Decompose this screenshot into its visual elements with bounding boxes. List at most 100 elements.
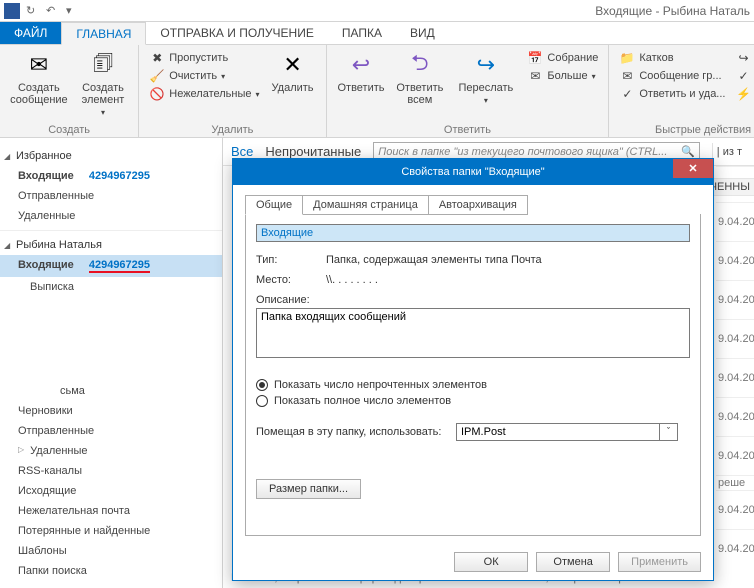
sidebar-deleted2[interactable]: ▷ Удаленные (0, 441, 222, 461)
sidebar-templates[interactable]: Шаблоны (0, 541, 222, 561)
radio-icon (256, 379, 268, 391)
search-scope[interactable]: | из т (712, 143, 746, 161)
sidebar-sent[interactable]: Отправленные (0, 186, 222, 206)
more-respond-button[interactable]: ✉Больше ▾ (525, 68, 600, 84)
meeting-button[interactable]: 📅Собрание (525, 50, 600, 66)
dialog-title: Свойства папки "Входящие" ✕ (233, 159, 713, 185)
sidebar-outbox[interactable]: Исходящие (0, 481, 222, 501)
sidebar-rss[interactable]: RSS-каналы (0, 461, 222, 481)
ignore-icon: ✖ (149, 51, 165, 65)
qat-sendrecv-icon[interactable]: ↻ (26, 4, 40, 18)
junk-button[interactable]: 🚫Нежелательные ▾ (147, 86, 261, 102)
reply-all-icon: ⮌ (404, 50, 436, 80)
radio-total[interactable]: Показать полное число элементов (256, 395, 690, 407)
dialog-close-button[interactable]: ✕ (673, 159, 713, 178)
description-label: Описание: (256, 294, 690, 306)
apply-button[interactable]: Применить (618, 552, 701, 572)
dialog-tabs: Общие Домашняя страница Автоархивация (245, 195, 701, 215)
done-icon: ✓ (735, 69, 751, 83)
post-using-combo[interactable]: IPM.Post ˇ (456, 423, 678, 441)
location-label: Место: (256, 274, 326, 286)
type-label: Тип: (256, 254, 326, 266)
quick-team[interactable]: ✉Сообщение гр... (617, 68, 727, 84)
ok-button[interactable]: ОК (454, 552, 528, 572)
tab-folder[interactable]: ПАПКА (328, 22, 396, 44)
window-title: Входящие - Рыбина Наталь (595, 4, 750, 18)
type-value: Папка, содержащая элементы типа Почта (326, 254, 542, 266)
group-create: ✉ Создатьсообщение 🗊 Создатьэлемент ▾ Со… (0, 45, 139, 137)
group-quickactions: 📁Катков ✉Сообщение гр... ✓Ответить и уда… (609, 45, 754, 137)
sidebar-sent2[interactable]: Отправленные (0, 421, 222, 441)
ribbon: ✉ Создатьсообщение 🗊 Создатьэлемент ▾ Со… (0, 45, 754, 138)
new-item-icon: 🗊 (87, 50, 119, 80)
filter-unread[interactable]: Непрочитанные (265, 144, 361, 159)
sidebar-deleted[interactable]: Удаленные (0, 206, 222, 226)
tab-sendrecv[interactable]: ОТПРАВКА И ПОЛУЧЕНИЕ (146, 22, 327, 44)
app-icon (4, 3, 20, 19)
group-quick-label: Быстрые действия (617, 122, 754, 136)
dlg-tab-panel: Тип:Папка, содержащая элементы типа Почт… (245, 214, 701, 536)
description-input[interactable] (256, 308, 690, 358)
sidebar-inbox[interactable]: Входящие 4294967295 (0, 166, 222, 186)
new-item-button[interactable]: 🗊 Создатьэлемент ▾ (76, 48, 131, 120)
ribbon-tabs: ФАЙЛ ГЛАВНАЯ ОТПРАВКА И ПОЛУЧЕНИЕ ПАПКА … (0, 22, 754, 45)
tab-view[interactable]: ВИД (396, 22, 449, 44)
quick-done[interactable]: ✓Готов (733, 68, 754, 84)
junk-icon: 🚫 (149, 87, 165, 101)
clean-button[interactable]: 🧹Очистить ▾ (147, 68, 261, 84)
forward-icon: ↪ (470, 50, 502, 80)
close-icon: ✕ (688, 162, 697, 175)
cancel-button[interactable]: Отмена (536, 552, 610, 572)
chevron-down-icon: ˇ (659, 424, 677, 440)
ignore-button[interactable]: ✖Пропустить (147, 50, 261, 66)
quick-create[interactable]: ⚡Созда (733, 86, 754, 102)
radio-unread[interactable]: Показать число непрочтенных элементов (256, 379, 690, 391)
reply-button[interactable]: ↩ Ответить (335, 48, 388, 96)
clean-icon: 🧹 (149, 69, 165, 83)
sidebar-junk[interactable]: Нежелательная почта (0, 501, 222, 521)
sidebar-search[interactable]: Папки поиска (0, 561, 222, 581)
sidebar-inbox-acct[interactable]: Входящие 4294967295 (0, 255, 222, 277)
qat-undo-icon[interactable]: ↶ (46, 4, 60, 18)
more-icon: ✉ (527, 69, 543, 83)
lightning-icon: ⚡ (735, 87, 751, 101)
sidebar-letters[interactable]: сьма (0, 381, 222, 401)
forward-button[interactable]: ↪ Переслать ▾ (452, 48, 519, 108)
tab-file[interactable]: ФАЙЛ (0, 22, 61, 44)
titlebar: ↻ ↶ ▾ Входящие - Рыбина Наталь (0, 0, 754, 22)
group-delete-label: Удалить (147, 122, 317, 136)
folder-name-input[interactable] (256, 224, 690, 242)
folder-pane: ◢Избранное Входящие 4294967295 Отправлен… (0, 138, 223, 588)
radio-icon (256, 395, 268, 407)
account-header[interactable]: ◢Рыбина Наталья (0, 235, 222, 255)
delete-icon: ✕ (277, 50, 309, 80)
new-mail-button[interactable]: ✉ Создатьсообщение (8, 48, 70, 108)
sidebar-vypiska[interactable]: Выписка (0, 277, 222, 297)
favorites-header[interactable]: ◢Избранное (0, 146, 222, 166)
dlg-tab-homepage[interactable]: Домашняя страница (302, 195, 429, 215)
folder-size-button[interactable]: Размер папки... (256, 479, 361, 499)
dlg-tab-autoarchive[interactable]: Автоархивация (428, 195, 528, 215)
reply-all-button[interactable]: ⮌ Ответитьвсем (393, 48, 446, 108)
quick-katkov[interactable]: 📁Катков (617, 50, 727, 66)
dlg-tab-general[interactable]: Общие (245, 195, 303, 215)
move-icon: 📁 (619, 51, 635, 65)
reply-del-icon: ✓ (619, 87, 635, 101)
sidebar-lost[interactable]: Потерянные и найденные (0, 521, 222, 541)
tab-home[interactable]: ГЛАВНАЯ (61, 22, 146, 45)
mail-icon: ✉ (619, 69, 635, 83)
quick-ruk[interactable]: ↪Руков (733, 50, 754, 66)
delete-button[interactable]: ✕ Удалить (268, 48, 318, 96)
group-create-label: Создать (8, 122, 130, 136)
sidebar-drafts[interactable]: Черновики (0, 401, 222, 421)
post-using-label: Помещая в эту папку, использовать: (256, 426, 456, 438)
search-icon[interactable]: 🔍 (681, 145, 695, 158)
post-using-value: IPM.Post (457, 424, 659, 440)
quick-replydel[interactable]: ✓Ответить и уда... (617, 86, 727, 102)
folder-properties-dialog: Свойства папки "Входящие" ✕ Общие Домашн… (232, 158, 714, 581)
reply-icon: ↩ (345, 50, 377, 80)
filter-all[interactable]: Все (231, 144, 253, 159)
group-respond: ↩ Ответить ⮌ Ответитьвсем ↪ Переслать ▾ … (327, 45, 610, 137)
date-column: 9.04.209.04.209.04.20 9.04.209.04.209.04… (716, 166, 754, 568)
qat-dropdown-icon[interactable]: ▾ (66, 4, 80, 18)
